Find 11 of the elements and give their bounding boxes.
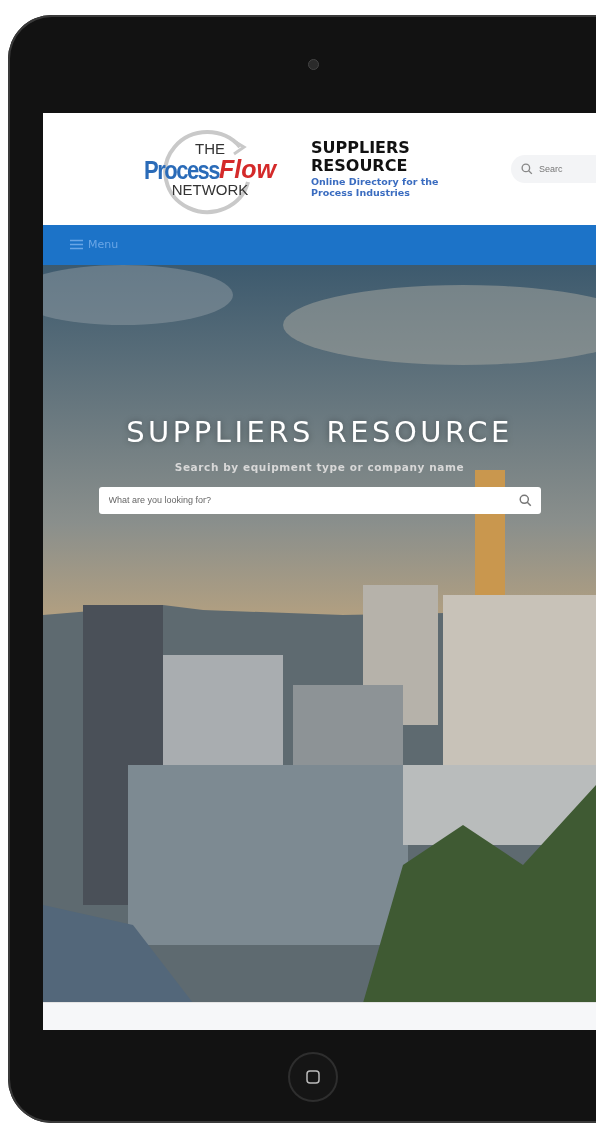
site-tagline: Online Directory for the Process Industries — [311, 176, 440, 199]
site-title: SUPPLIERS RESOURCE — [311, 139, 411, 175]
logo-text: Flow — [219, 155, 277, 183]
logo-text: NETWORK — [171, 182, 249, 198]
logo-text: THE — [195, 140, 225, 156]
hero-subtitle: Search by equipment type or company name — [174, 460, 465, 473]
search-field[interactable]: Searc — [511, 154, 596, 183]
hero-title: SUPPLIERS RESOURCE — [126, 414, 513, 449]
logo-text: Process — [143, 156, 220, 185]
search-field[interactable]: What are you looking for? — [98, 486, 541, 514]
menu-button[interactable]: Menu — [68, 236, 121, 254]
